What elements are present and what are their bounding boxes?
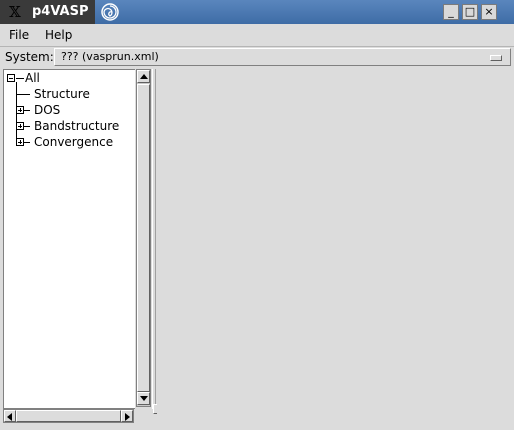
menu-file[interactable]: File [9, 28, 29, 42]
maximize-button[interactable]: □ [462, 4, 478, 20]
tree-panel[interactable]: All Structure DOS Bandstructure Converge… [3, 69, 135, 409]
tree-node-convergence[interactable]: Convergence [34, 135, 113, 149]
expand-toggle-icon[interactable] [16, 138, 24, 146]
tree-node-structure[interactable]: Structure [34, 87, 90, 101]
tree-connector [16, 82, 17, 146]
scroll-right-button[interactable] [121, 410, 133, 422]
arrow-left-icon [7, 413, 12, 421]
dropdown-indicator-icon [490, 55, 502, 61]
tree-horizontal-scrollbar[interactable] [3, 409, 134, 423]
tree-node-bandstructure[interactable]: Bandstructure [34, 119, 119, 133]
scroll-left-button[interactable] [4, 410, 16, 422]
tree-node-dos[interactable]: DOS [34, 103, 60, 117]
arrow-down-icon [140, 396, 148, 401]
system-select-value: ??? (vasprun.xml) [61, 50, 159, 63]
x-logo-icon[interactable]: 𝕏 [6, 3, 24, 21]
horizontal-scroll-thumb[interactable] [16, 410, 121, 422]
title-bar[interactable]: 𝕏 p4VASP _ □ × [0, 0, 514, 24]
tree-connector [16, 94, 30, 95]
expand-toggle-icon[interactable] [16, 106, 24, 114]
tree-vertical-scrollbar[interactable] [136, 69, 151, 407]
collapse-toggle-icon[interactable] [7, 74, 15, 82]
arrow-right-icon [125, 413, 130, 421]
expand-toggle-icon[interactable] [16, 122, 24, 130]
menu-bar: File Help [0, 24, 514, 47]
pane-splitter[interactable] [152, 69, 156, 409]
system-row: System: ??? (vasprun.xml) [0, 47, 514, 67]
scroll-down-button[interactable] [137, 392, 150, 405]
system-select[interactable]: ??? (vasprun.xml) [54, 48, 511, 66]
system-label: System: [5, 50, 54, 64]
main-content-area [157, 69, 511, 427]
scroll-up-button[interactable] [137, 70, 150, 83]
minimize-button[interactable]: _ [443, 4, 459, 20]
menu-help[interactable]: Help [45, 28, 72, 42]
tree-connector [16, 78, 24, 79]
window-title: p4VASP [32, 4, 89, 19]
swirl-icon[interactable] [100, 2, 120, 22]
close-button[interactable]: × [481, 4, 497, 20]
arrow-up-icon [140, 74, 148, 79]
vertical-scroll-thumb[interactable] [137, 84, 150, 392]
tree-node-all[interactable]: All [25, 71, 40, 85]
